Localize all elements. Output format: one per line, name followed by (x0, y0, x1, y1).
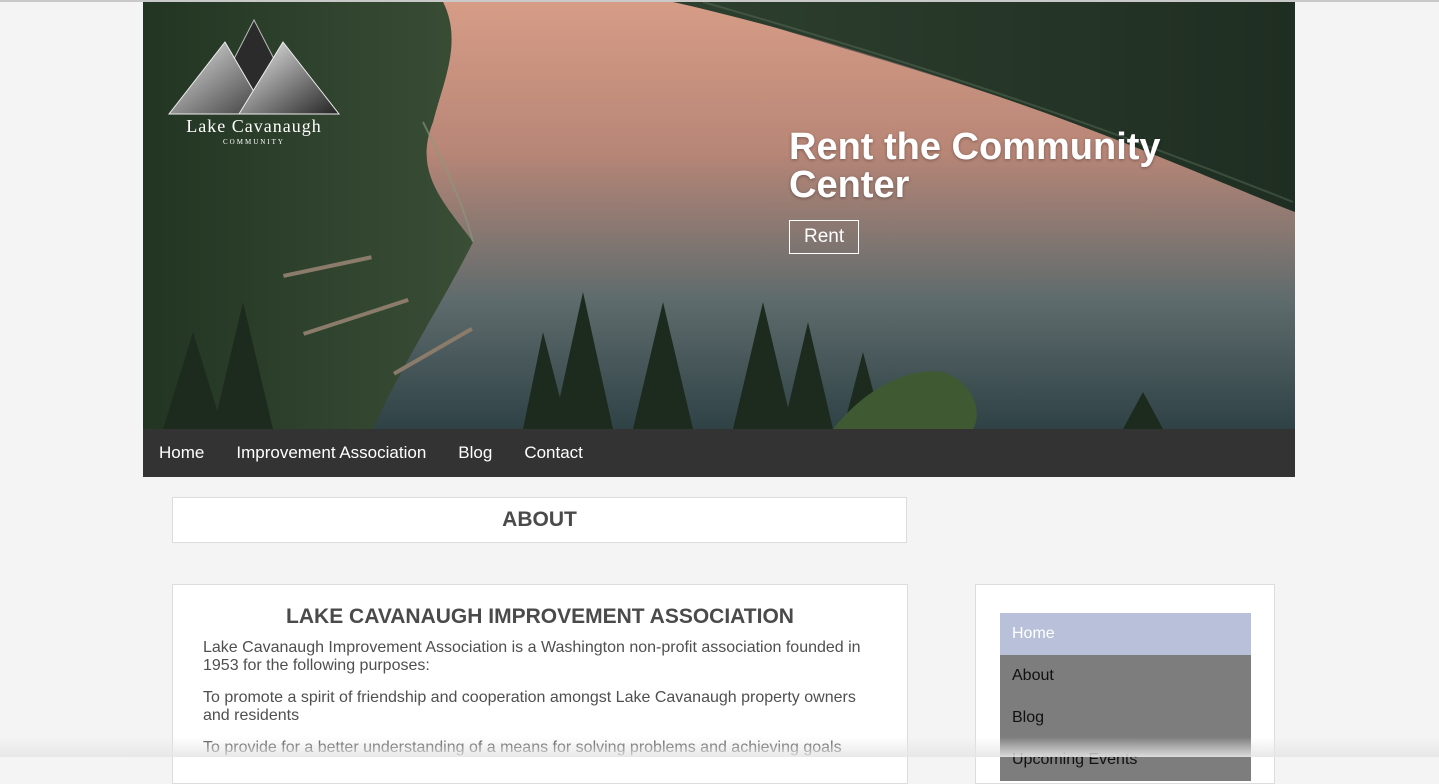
hero-callout: Rent the Community Center Rent (789, 128, 1209, 254)
article-card: LAKE CAVANAUGH IMPROVEMENT ASSOCIATION L… (172, 584, 908, 784)
sidebar-menu: Home About Blog Upcoming Events (1000, 613, 1251, 781)
article-paragraph: To provide for a better understanding of… (203, 739, 842, 756)
about-heading-bar: ABOUT (172, 497, 907, 543)
nav-item-contact[interactable]: Contact (508, 443, 599, 463)
article-paragraph: Lake Cavanaugh Improvement Association i… (203, 639, 861, 674)
logo-subtitle: COMMUNITY (223, 138, 285, 146)
rent-button[interactable]: Rent (789, 220, 860, 254)
logo-name: Lake Cavanaugh (186, 116, 322, 136)
logo-wordmark: Lake Cavanaugh COMMUNITY (167, 116, 341, 146)
site-container: Lake Cavanaugh COMMUNITY Rent the Commun… (143, 2, 1295, 477)
site-logo[interactable]: Lake Cavanaugh COMMUNITY (167, 16, 341, 156)
about-heading: ABOUT (502, 508, 577, 531)
hero-banner: Lake Cavanaugh COMMUNITY Rent the Commun… (143, 2, 1295, 429)
sidebar-card: Home About Blog Upcoming Events (975, 584, 1275, 784)
sidebar-item-upcoming-events[interactable]: Upcoming Events (1000, 739, 1251, 781)
article-paragraph: To promote a spirit of friendship and co… (203, 689, 856, 724)
main-nav: Home Improvement Association Blog Contac… (143, 429, 1295, 477)
sidebar-item-home[interactable]: Home (1000, 613, 1251, 655)
nav-item-improvement-association[interactable]: Improvement Association (220, 443, 442, 463)
hero-title: Rent the Community Center (789, 128, 1209, 204)
sidebar-item-blog[interactable]: Blog (1000, 697, 1251, 739)
mountain-logo-icon (167, 18, 341, 115)
sidebar-item-about[interactable]: About (1000, 655, 1251, 697)
hero-title-line1: Rent the Community (789, 126, 1161, 168)
hero-title-line2: Center (789, 164, 910, 206)
nav-item-home[interactable]: Home (143, 443, 220, 463)
nav-item-blog[interactable]: Blog (442, 443, 508, 463)
article-heading: LAKE CAVANAUGH IMPROVEMENT ASSOCIATION (286, 605, 794, 628)
